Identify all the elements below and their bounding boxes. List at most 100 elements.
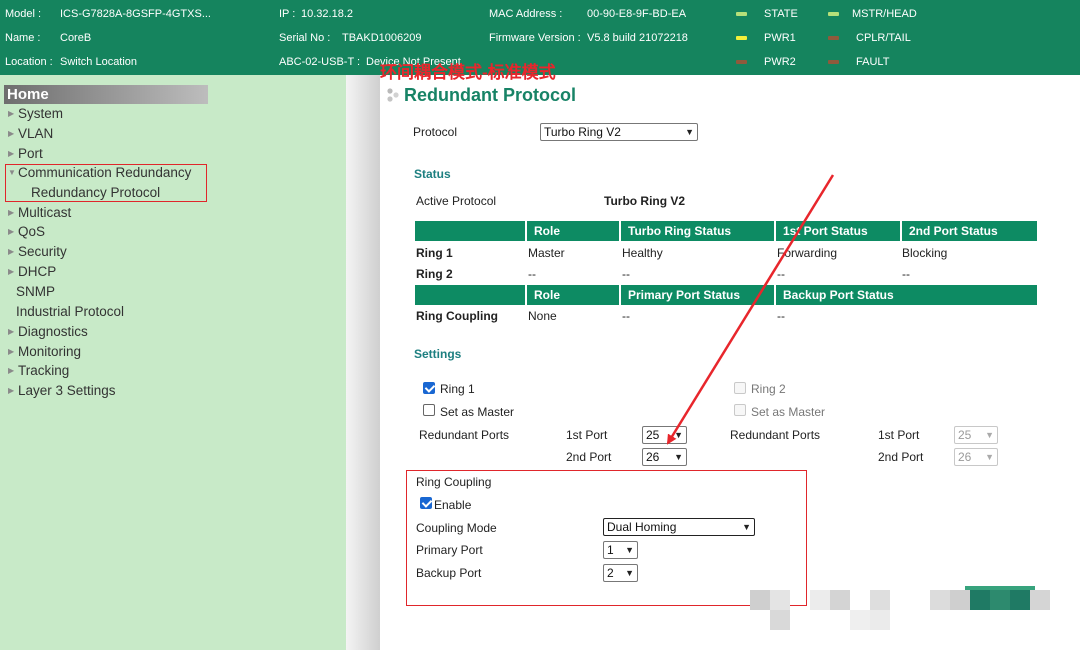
coupling-header-primary-port-status: Primary Port Status (621, 285, 774, 305)
sidebar-item-vlan[interactable]: ▶ VLAN (8, 125, 53, 143)
ip-label: IP : (279, 8, 296, 20)
ring1-2nd-port-select[interactable]: 26 ▼ (642, 448, 687, 466)
serial-label: Serial No : (279, 32, 331, 44)
abc-label: ABC-02-USB-T : (279, 56, 361, 68)
expand-arrow-icon: ▶ (8, 327, 15, 336)
sidebar-item-qos[interactable]: ▶ QoS (8, 223, 45, 241)
pwr1-led-label: PWR1 (764, 32, 796, 44)
coupling-header-role: Role (527, 285, 619, 305)
ring1-redundant-ports-label: Redundant Ports (419, 428, 510, 442)
expand-arrow-icon: ▶ (8, 129, 15, 138)
ring1-checkbox-label: Ring 1 (440, 382, 475, 396)
ring1-1st-port-label: 1st Port (566, 428, 608, 442)
sidebar-item-security[interactable]: ▶ Security (8, 243, 67, 261)
location-label: Location : (5, 56, 53, 68)
main-content: Redundant Protocol Protocol Turbo Ring V… (380, 75, 1080, 650)
sidebar-item-tracking[interactable]: ▶ Tracking (8, 362, 69, 380)
ring2-1st-port-status: -- (777, 267, 785, 281)
ring2-redundant-ports-label: Redundant Ports (730, 428, 821, 442)
ring1-set-master-label: Set as Master (440, 405, 515, 419)
table-row-ring-coupling-label: Ring Coupling (416, 309, 498, 323)
cplr-tail-led-label: CPLR/TAIL (856, 32, 911, 44)
model-label: Model : (5, 8, 42, 20)
active-protocol-value: Turbo Ring V2 (604, 194, 686, 208)
expand-arrow-icon: ▶ (8, 149, 15, 158)
sidebar-item-monitoring[interactable]: ▶ Monitoring (8, 343, 81, 361)
chevron-down-icon: ▼ (685, 127, 694, 137)
table-header-blank (415, 221, 525, 241)
sidebar-item-snmp[interactable]: SNMP (16, 283, 55, 301)
sidebar-nav: Home ▶ System ▶ VLAN ▶ Port ▼ Communication … (0, 75, 346, 650)
expand-arrow-icon: ▶ (8, 347, 15, 356)
ring2-2nd-port-select[interactable]: 26 ▼ (954, 448, 998, 466)
coupling-header-blank (415, 285, 525, 305)
location-value: Switch Location (60, 56, 138, 68)
ring1-checkbox[interactable] (423, 382, 435, 394)
chevron-down-icon: ▼ (985, 452, 994, 462)
ring1-2nd-port-status: Blocking (902, 246, 948, 260)
ring2-checkbox[interactable] (734, 382, 746, 394)
firmware-value: V5.8 build 21072218 (587, 32, 688, 44)
settings-heading: Settings (414, 347, 462, 361)
sidebar-item-industrial-protocol[interactable]: Industrial Protocol (16, 303, 124, 321)
ring-coupling-role: None (528, 309, 557, 323)
ring2-2nd-port-status: -- (902, 267, 910, 281)
ring2-status: -- (622, 267, 630, 281)
expand-arrow-icon: ▶ (8, 227, 15, 236)
ring2-checkbox-label: Ring 2 (751, 382, 786, 396)
ring1-2nd-port-label: 2nd Port (566, 450, 612, 464)
mstr-head-led-label: MSTR/HEAD (852, 8, 917, 20)
protocol-select[interactable]: Turbo Ring V2 ▼ (540, 123, 698, 141)
table-header-2nd-port-status: 2nd Port Status (902, 221, 1037, 241)
coupling-header-backup-port-status: Backup Port Status (776, 285, 1037, 305)
expand-arrow-icon: ▶ (8, 247, 15, 256)
ring1-set-master-checkbox[interactable] (423, 404, 435, 416)
ring1-1st-port-select[interactable]: 25 ▼ (642, 426, 687, 444)
ring1-role: Master (528, 246, 565, 260)
ring2-set-master-checkbox[interactable] (734, 404, 746, 416)
mac-value: 00-90-E8-9F-BD-EA (587, 8, 687, 20)
expand-arrow-icon: ▶ (8, 366, 15, 375)
sidebar-item-layer3-settings[interactable]: ▶ Layer 3 Settings (8, 382, 116, 400)
sidebar-item-diagnostics[interactable]: ▶ Diagnostics (8, 323, 88, 341)
sidebar-item-system[interactable]: ▶ System (8, 105, 63, 123)
ring2-1st-port-select[interactable]: 25 ▼ (954, 426, 998, 444)
expand-arrow-icon: ▶ (8, 109, 15, 118)
pwr2-led-icon (736, 60, 747, 64)
ip-value: 10.32.18.2 (301, 8, 353, 20)
mac-label: MAC Address : (489, 8, 563, 20)
ring1-status: Healthy (622, 246, 663, 260)
active-protocol-label: Active Protocol (416, 194, 497, 208)
expand-arrow-icon: ▶ (8, 208, 15, 217)
name-value: CoreB (60, 32, 92, 44)
sidebar-item-port[interactable]: ▶ Port (8, 145, 43, 163)
table-row-ring2-label: Ring 2 (416, 267, 453, 281)
expand-arrow-icon: ▶ (8, 267, 15, 276)
model-value: ICS-G7828A-8GSFP-4GTXS... (60, 8, 211, 20)
fault-led-label: FAULT (856, 56, 890, 68)
pane-divider[interactable] (346, 75, 380, 650)
cplr-tail-led-icon (828, 36, 839, 40)
state-led-icon (736, 12, 747, 16)
name-label: Name : (5, 32, 41, 44)
protocol-label: Protocol (413, 125, 458, 139)
fault-led-icon (828, 60, 839, 64)
ring2-set-master-label: Set as Master (751, 405, 826, 419)
sidebar-home[interactable]: Home (4, 85, 208, 104)
expand-arrow-icon: ▶ (8, 386, 15, 395)
app-window: Model : ICS-G7828A-8GSFP-4GTXS... Name :… (0, 0, 1080, 650)
chevron-down-icon: ▼ (674, 452, 683, 462)
table-row-ring1-label: Ring 1 (416, 246, 453, 260)
mstr-head-led-icon (828, 12, 839, 16)
firmware-label: Firmware Version : (489, 32, 581, 44)
sidebar-item-multicast[interactable]: ▶ Multicast (8, 204, 71, 222)
status-heading: Status (414, 167, 451, 181)
sidebar-item-dhcp[interactable]: ▶ DHCP (8, 263, 56, 281)
ring-coupling-backup-status: -- (777, 309, 785, 323)
sidebar-highlight-box (5, 164, 207, 202)
serial-value: TBAKD1006209 (342, 32, 422, 44)
ring1-1st-port-status: Forwarding (777, 246, 838, 260)
table-header-role: Role (527, 221, 619, 241)
annotation-text: 环间耦合模式-标准模式 (380, 63, 556, 82)
chevron-down-icon: ▼ (674, 430, 683, 440)
